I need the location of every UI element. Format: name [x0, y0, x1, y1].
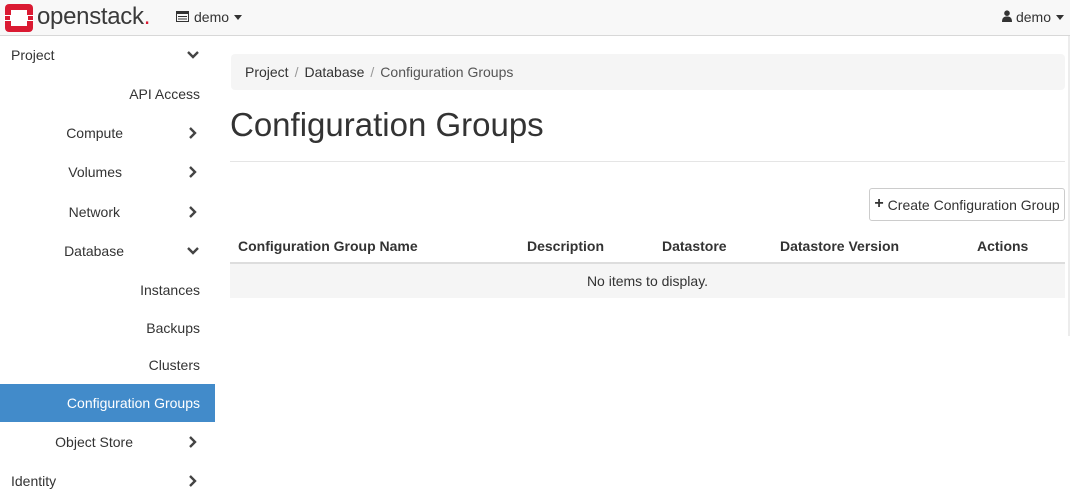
- sidebar-item-instances[interactable]: Instances: [0, 271, 215, 309]
- sidebar-item-label: Network: [68, 204, 120, 220]
- chevron-right-icon: [189, 166, 197, 178]
- sidebar-item-clusters[interactable]: Clusters: [0, 346, 215, 384]
- create-button-label: Create Configuration Group: [887, 196, 1060, 213]
- chevron-right-icon: [189, 436, 197, 448]
- sidebar-item-identity[interactable]: Identity: [0, 462, 215, 492]
- breadcrumb: Project / Database / Configuration Group…: [231, 54, 1065, 90]
- chevron-right-icon: [189, 206, 197, 218]
- sidebar-item-configuration-groups[interactable]: Configuration Groups: [0, 384, 215, 422]
- sidebar-item-volumes[interactable]: Volumes: [0, 153, 215, 191]
- chevron-right-icon: [189, 127, 197, 139]
- sidebar-item-backups[interactable]: Backups: [0, 309, 215, 347]
- sidebar-item-label: Volumes: [68, 164, 122, 180]
- column-header-actions: Actions: [977, 238, 1029, 254]
- sidebar-item-label: Object Store: [55, 434, 133, 450]
- sidebar: Project API Access Compute Volumes Netwo…: [0, 36, 215, 492]
- plus-icon: +: [874, 194, 884, 212]
- openstack-logo[interactable]: openstack.: [4, 3, 150, 33]
- user-menu[interactable]: demo: [1001, 9, 1064, 25]
- create-configuration-group-button[interactable]: + Create Configuration Group: [869, 188, 1065, 221]
- chevron-down-icon: [187, 247, 199, 255]
- top-navbar: openstack. demo demo: [0, 0, 1070, 36]
- breadcrumb-current: Configuration Groups: [380, 64, 514, 80]
- user-menu-label: demo: [1015, 9, 1051, 25]
- sidebar-item-label: Clusters: [148, 357, 200, 373]
- sidebar-item-object-store[interactable]: Object Store: [0, 423, 215, 461]
- sidebar-item-database[interactable]: Database: [0, 232, 215, 270]
- openstack-logo-icon: [4, 3, 34, 33]
- sidebar-item-label: Backups: [146, 320, 200, 336]
- sidebar-item-label: Database: [64, 243, 124, 259]
- user-icon: [1001, 9, 1012, 25]
- column-header-datastore-version[interactable]: Datastore Version: [780, 238, 899, 254]
- column-header-description[interactable]: Description: [527, 238, 604, 254]
- breadcrumb-separator: /: [370, 64, 375, 80]
- project-switcher[interactable]: demo: [176, 9, 243, 25]
- column-header-name[interactable]: Configuration Group Name: [238, 238, 418, 254]
- openstack-logo-text: openstack.: [37, 3, 151, 30]
- breadcrumb-database[interactable]: Database: [304, 64, 364, 80]
- empty-message: No items to display.: [586, 273, 709, 289]
- sidebar-item-label: API Access: [129, 86, 200, 102]
- sidebar-item-label: Project: [11, 47, 55, 63]
- chevron-right-icon: [189, 475, 197, 487]
- chevron-down-icon: [1056, 14, 1064, 20]
- table-empty-row: No items to display.: [230, 264, 1065, 298]
- sidebar-item-label: Instances: [140, 282, 200, 298]
- sidebar-item-label: Configuration Groups: [66, 395, 200, 411]
- chevron-down-icon: [187, 51, 199, 59]
- sidebar-item-api-access[interactable]: API Access: [0, 75, 215, 113]
- table-header: Configuration Group Name Description Dat…: [230, 228, 1065, 264]
- project-list-icon: [176, 9, 189, 25]
- page-title: Configuration Groups: [230, 106, 544, 143]
- sidebar-item-label: Identity: [11, 473, 57, 489]
- breadcrumb-separator: /: [294, 64, 299, 80]
- sidebar-item-project[interactable]: Project: [0, 36, 215, 74]
- chevron-down-icon: [234, 14, 243, 20]
- divider: [230, 161, 1065, 162]
- column-header-datastore[interactable]: Datastore: [662, 238, 727, 254]
- breadcrumb-project[interactable]: Project: [245, 64, 289, 80]
- project-switcher-label: demo: [194, 9, 230, 25]
- sidebar-item-network[interactable]: Network: [0, 193, 215, 231]
- sidebar-item-compute[interactable]: Compute: [0, 114, 215, 152]
- sidebar-item-label: Compute: [66, 125, 123, 141]
